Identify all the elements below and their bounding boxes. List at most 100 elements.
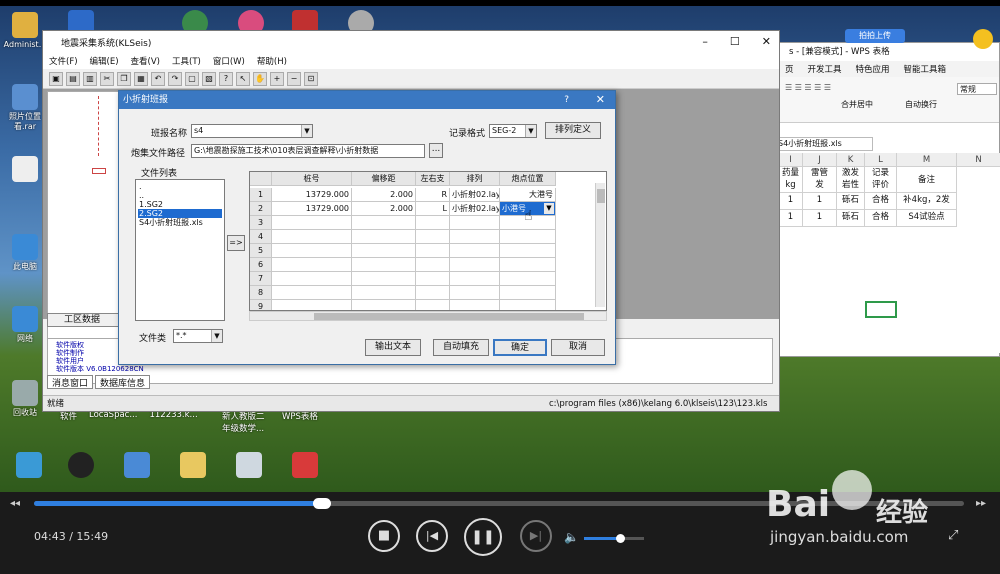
grid-cell[interactable] [416, 258, 450, 272]
grid-cell[interactable] [272, 300, 352, 310]
col-header[interactable]: I [779, 153, 803, 167]
grid-cell[interactable] [416, 272, 450, 286]
grid-cell[interactable]: 2.000 [352, 202, 416, 216]
file-list-item[interactable]: .. [138, 191, 222, 200]
volume-icon[interactable]: 🔈 [564, 530, 579, 544]
maximize-icon[interactable]: ☐ [730, 35, 740, 48]
grid-header[interactable]: 排列 [450, 172, 500, 186]
dock-icon-google-earth[interactable] [112, 452, 162, 480]
fit-icon[interactable]: ⊡ [304, 71, 318, 86]
chart-icon[interactable]: ▧ [202, 71, 216, 86]
col-header[interactable]: K [837, 153, 865, 167]
cell[interactable]: 1 [803, 193, 837, 210]
grid-cell[interactable] [416, 300, 450, 310]
tree-node[interactable] [92, 168, 106, 174]
cloud-upload-button[interactable]: 拍拍上传 [845, 29, 905, 43]
progress-knob[interactable] [313, 498, 332, 509]
grid-header[interactable]: 左右支 [416, 172, 450, 186]
next-icon[interactable]: ▶| [520, 520, 552, 552]
wps-tab-dev[interactable]: 开发工具 [808, 63, 842, 75]
grid-cell[interactable] [416, 244, 450, 258]
wps-tab-special[interactable]: 特色应用 [856, 63, 890, 75]
grid-cell[interactable]: 13729.000 [272, 188, 352, 202]
ok-button[interactable]: 确定 [493, 339, 547, 356]
paste-icon[interactable]: ▦ [134, 71, 148, 86]
tab-message-window[interactable]: 消息窗口 [47, 375, 94, 389]
zoom-out-icon[interactable]: − [287, 71, 301, 86]
grid-hscroll-thumb[interactable] [314, 313, 584, 320]
chevron-down-icon[interactable]: ▼ [525, 125, 536, 137]
cell[interactable]: 砾石 [837, 193, 865, 210]
new-icon[interactable]: ▣ [49, 71, 63, 86]
cell[interactable]: 砾石 [837, 210, 865, 227]
grid-header[interactable] [250, 172, 272, 186]
tab-database-info[interactable]: 数据库信息 [95, 375, 151, 389]
label-textbook[interactable]: 新人教版二 年级数学... [222, 410, 282, 434]
file-type-select[interactable]: *.* ▼ [173, 329, 223, 343]
grid-cell[interactable] [352, 244, 416, 258]
hand-icon[interactable]: ✋ [253, 71, 267, 86]
grid-header[interactable]: 炮点位置 [500, 172, 556, 186]
cell[interactable]: 补4kg，2发 [897, 193, 957, 210]
dialog-close-icon[interactable]: ✕ [596, 91, 605, 109]
chevron-down-icon[interactable]: ▼ [211, 330, 222, 342]
cell[interactable]: 备注 [897, 167, 957, 193]
grid-cell[interactable] [272, 216, 352, 230]
add-to-grid-button[interactable]: => [227, 235, 245, 251]
volume-knob[interactable] [616, 534, 625, 543]
shot-path-input[interactable]: G:\地震勘探施工技术\010表层调查解释\小折射数据 [191, 144, 425, 158]
context-help-icon[interactable]: ↖ [236, 71, 250, 86]
grid-header[interactable]: 偏移距 [352, 172, 416, 186]
wrap-text-button[interactable]: 自动换行 [905, 99, 937, 110]
undo-icon[interactable]: ↶ [151, 71, 165, 86]
cell[interactable]: 合格 [865, 193, 897, 210]
wps-tab-page[interactable]: 页 [785, 63, 794, 75]
menu-file[interactable]: 文件(F) [49, 55, 78, 67]
grid-cell[interactable] [272, 230, 352, 244]
pause-icon[interactable]: ❚❚ [464, 518, 502, 556]
assistant-icon[interactable] [973, 29, 993, 49]
grid-cell[interactable] [272, 244, 352, 258]
grid-cell[interactable] [500, 230, 556, 244]
grid-cell[interactable] [450, 258, 500, 272]
minimize-icon[interactable]: – [702, 35, 708, 48]
sheet-tab[interactable]: S4小折射班报.xls [773, 137, 873, 151]
grid-cell[interactable] [272, 286, 352, 300]
ribbon-format-icons[interactable]: ☰ ☰ ☰ ☰ ☰ [785, 83, 831, 92]
grid-cell[interactable]: 大港号 [500, 188, 556, 202]
grid-cell[interactable] [500, 272, 556, 286]
chevron-down-icon[interactable]: ▼ [544, 203, 554, 214]
close-icon[interactable]: ✕ [762, 35, 771, 48]
menu-tools[interactable]: 工具(T) [172, 55, 201, 67]
grid-cell[interactable] [450, 216, 500, 230]
menu-edit[interactable]: 编辑(E) [90, 55, 119, 67]
volume-track[interactable] [584, 534, 644, 543]
grid-cell[interactable] [352, 286, 416, 300]
cell[interactable]: S4试验点 [897, 210, 957, 227]
open-icon[interactable]: ▤ [66, 71, 80, 86]
grid-cell[interactable] [272, 272, 352, 286]
grid-cell[interactable]: 13729.000 [272, 202, 352, 216]
copy-icon[interactable]: ❐ [117, 71, 131, 86]
cancel-button[interactable]: 取消 [551, 339, 605, 356]
grid-vscrollbar[interactable] [595, 183, 605, 307]
col-header[interactable]: J [803, 153, 837, 167]
col-header[interactable]: N [957, 153, 1000, 167]
col-header[interactable]: M [897, 153, 957, 167]
grid-cell[interactable] [352, 300, 416, 310]
grid-cell[interactable] [352, 230, 416, 244]
cell[interactable]: 1 [779, 193, 803, 210]
cell[interactable]: 1 [803, 210, 837, 227]
cell[interactable]: 雷管 发 [803, 167, 837, 193]
rewind-icon[interactable]: ◂◂ [10, 498, 20, 509]
grid-cell[interactable] [450, 244, 500, 258]
stop-icon[interactable]: ■ [368, 520, 400, 552]
dock-icon-quick[interactable] [4, 452, 54, 480]
grid-cell[interactable] [352, 272, 416, 286]
cell[interactable]: 1 [779, 210, 803, 227]
autofill-button[interactable]: 自动填充 [433, 339, 489, 356]
cut-icon[interactable]: ✂ [100, 71, 114, 86]
grid-cell[interactable] [352, 216, 416, 230]
dock-icon-pdf[interactable] [280, 452, 330, 480]
help-icon[interactable]: ? [219, 71, 233, 86]
